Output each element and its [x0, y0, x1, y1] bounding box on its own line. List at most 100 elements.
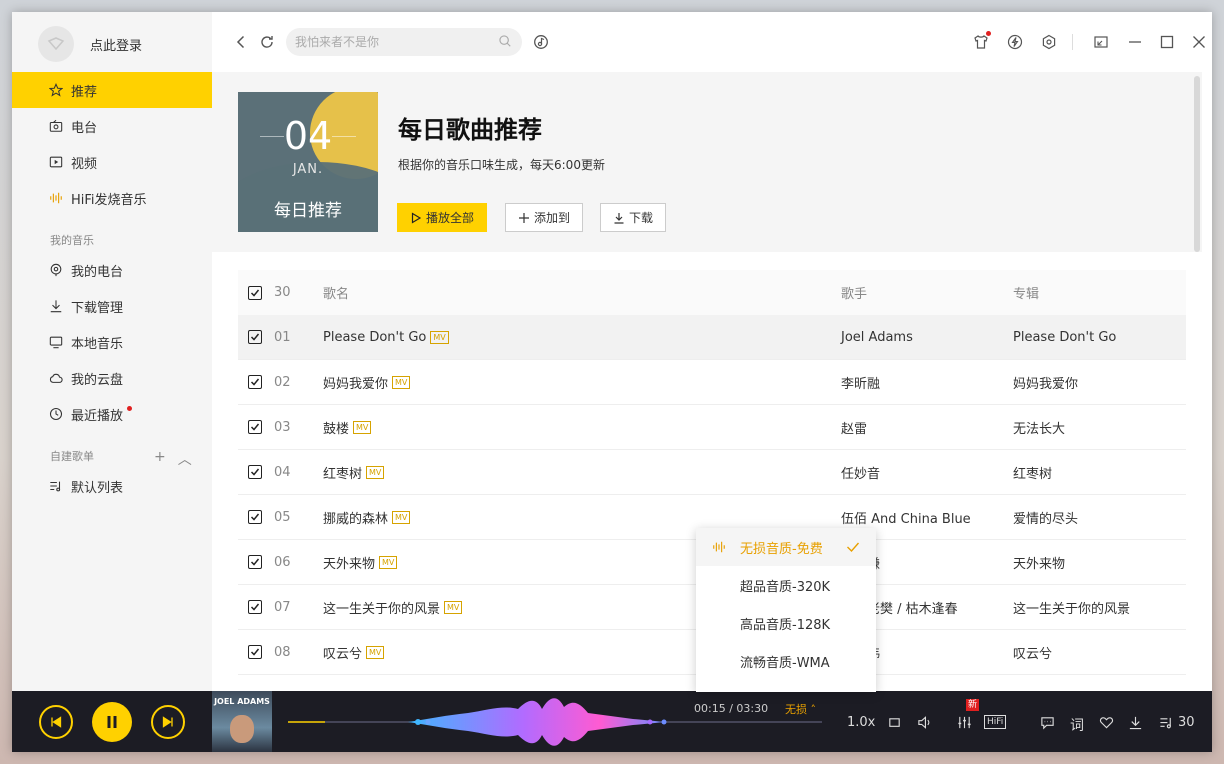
mv-badge[interactable]: MV — [392, 510, 411, 524]
song-title[interactable]: 挪威的森林 — [323, 508, 388, 527]
sidebar-item-my-radio[interactable]: 我的电台 — [12, 252, 212, 288]
quality-option-lossless[interactable]: 无损音质-免费 — [696, 528, 876, 566]
sidebar-item-local-music[interactable]: 本地音乐 — [12, 324, 212, 360]
mv-badge[interactable]: MV — [430, 330, 449, 344]
skin-icon[interactable] — [972, 31, 991, 51]
mv-badge[interactable]: MV — [366, 645, 385, 659]
table-row[interactable]: 02 妈妈我爱你 MV 李昕融 妈妈我爱你 — [238, 360, 1186, 405]
row-checkbox[interactable] — [248, 420, 262, 434]
comment-icon[interactable] — [1038, 713, 1056, 731]
quality-option-wma[interactable]: 流畅音质-WMA — [696, 642, 876, 680]
select-all-checkbox[interactable] — [248, 285, 262, 300]
table-row[interactable]: 01 Please Don't Go MV Joel Adams Please Don'… — [238, 315, 1186, 360]
song-title[interactable]: 叹云兮 — [323, 643, 362, 662]
album-cell[interactable]: 爱情的尽头 — [1013, 508, 1078, 527]
equalizer-icon[interactable] — [955, 713, 973, 731]
music-recognition-icon[interactable] — [532, 33, 550, 51]
minimize-icon[interactable] — [1126, 33, 1144, 51]
login-link[interactable]: 点此登录 — [90, 35, 142, 54]
loop-mode-icon[interactable] — [885, 713, 903, 731]
artist-cell[interactable]: Joel Adams — [841, 330, 913, 345]
sidebar-item-default-list[interactable]: 默认列表 — [12, 468, 212, 504]
pause-button[interactable] — [92, 702, 132, 742]
mv-badge[interactable]: MV — [353, 420, 372, 434]
avatar[interactable] — [38, 26, 74, 62]
close-icon[interactable] — [1190, 33, 1208, 51]
row-checkbox[interactable] — [248, 375, 262, 389]
mv-badge[interactable]: MV — [379, 555, 398, 569]
add-to-button[interactable]: 添加到 — [505, 203, 584, 232]
album-cell[interactable]: 这一生关于你的风景 — [1013, 598, 1130, 617]
settings-icon[interactable] — [1040, 33, 1058, 51]
album-cell[interactable]: 天外来物 — [1013, 553, 1065, 572]
song-title[interactable]: 红枣树 — [323, 463, 362, 482]
album-cell[interactable]: 红枣树 — [1013, 463, 1052, 482]
song-cell[interactable]: 妈妈我爱你 MV — [323, 373, 411, 392]
album-thumbnail[interactable]: JOEL ADAMS — [212, 691, 272, 752]
artist-cell[interactable]: 任妙音 — [841, 463, 880, 482]
quality-option-128k[interactable]: 高品音质-128K — [696, 604, 876, 642]
album-cell[interactable]: 叹云兮 — [1013, 643, 1052, 662]
back-icon[interactable] — [232, 33, 250, 51]
collapse-icon[interactable]: ︿ — [178, 449, 192, 469]
song-cell[interactable]: 这一生关于你的风景 MV — [323, 598, 463, 617]
lightning-icon[interactable] — [1006, 33, 1024, 51]
table-row[interactable]: 04 红枣树 MV 任妙音 红枣树 — [238, 450, 1186, 495]
sidebar-item-radio[interactable]: 电台 — [12, 108, 212, 144]
add-playlist-icon[interactable]: + — [154, 449, 166, 469]
sidebar-item-downloads[interactable]: 下载管理 — [12, 288, 212, 324]
row-checkbox[interactable] — [248, 555, 262, 569]
album-cell[interactable]: 妈妈我爱你 — [1013, 373, 1078, 392]
table-row[interactable]: 03 鼓楼 MV 赵雷 无法长大 — [238, 405, 1186, 450]
song-cell[interactable]: 叹云兮 MV — [323, 643, 385, 662]
sidebar-item-recommend[interactable]: 推荐 — [12, 72, 212, 108]
playlist-icon[interactable] — [1157, 713, 1175, 731]
sidebar-item-cloud[interactable]: 我的云盘 — [12, 360, 212, 396]
maximize-icon[interactable] — [1158, 33, 1176, 51]
mini-mode-icon[interactable] — [1092, 33, 1110, 51]
search-icon[interactable] — [498, 34, 512, 48]
hifi-badge[interactable]: HiFi — [984, 715, 1007, 729]
song-title[interactable]: 天外来物 — [323, 553, 375, 572]
row-checkbox[interactable] — [248, 600, 262, 614]
download-icon[interactable] — [1126, 713, 1144, 731]
lyric-button[interactable]: 词 — [1070, 715, 1084, 735]
heart-icon[interactable] — [1097, 713, 1115, 731]
album-cell[interactable]: 无法长大 — [1013, 418, 1065, 437]
search-input[interactable] — [295, 35, 495, 49]
download-button[interactable]: 下载 — [600, 203, 667, 232]
mv-badge[interactable]: MV — [366, 465, 385, 479]
play-all-button[interactable]: 播放全部 — [397, 203, 488, 232]
search-box[interactable] — [286, 28, 522, 56]
row-checkbox[interactable] — [248, 330, 262, 344]
song-title[interactable]: 妈妈我爱你 — [323, 373, 388, 392]
quality-option-320k[interactable]: 超品音质-320K — [696, 566, 876, 604]
song-cell[interactable]: Please Don't Go MV — [323, 330, 449, 345]
song-title[interactable]: 鼓楼 — [323, 418, 349, 437]
row-checkbox[interactable] — [248, 465, 262, 479]
song-cell[interactable]: 红枣树 MV — [323, 463, 385, 482]
refresh-icon[interactable] — [258, 33, 276, 51]
song-title[interactable]: 这一生关于你的风景 — [323, 598, 440, 617]
sidebar-item-hifi[interactable]: HiFi发烧音乐 — [12, 180, 212, 216]
mv-badge[interactable]: MV — [444, 600, 463, 614]
artist-cell[interactable]: 伍佰 And China Blue — [841, 508, 971, 527]
song-cell[interactable]: 挪威的森林 MV — [323, 508, 411, 527]
sidebar-item-video[interactable]: 视频 — [12, 144, 212, 180]
song-title[interactable]: Please Don't Go — [323, 330, 426, 345]
previous-button[interactable] — [39, 705, 73, 739]
quality-selector[interactable]: 无损 ˄ — [785, 701, 816, 717]
artist-cell[interactable]: 李昕融 — [841, 373, 880, 392]
row-checkbox[interactable] — [248, 645, 262, 659]
song-cell[interactable]: 天外来物 MV — [323, 553, 398, 572]
scrollbar[interactable] — [1194, 76, 1200, 252]
volume-icon[interactable] — [915, 713, 933, 731]
mv-badge[interactable]: MV — [392, 375, 411, 389]
sidebar-item-recent[interactable]: 最近播放 — [12, 396, 212, 432]
profile[interactable]: 点此登录 — [38, 26, 142, 62]
speed-button[interactable]: 1.0x — [847, 715, 875, 730]
album-cell[interactable]: Please Don't Go — [1013, 330, 1116, 345]
next-button[interactable] — [151, 705, 185, 739]
artist-cell[interactable]: 赵雷 — [841, 418, 867, 437]
row-checkbox[interactable] — [248, 510, 262, 524]
